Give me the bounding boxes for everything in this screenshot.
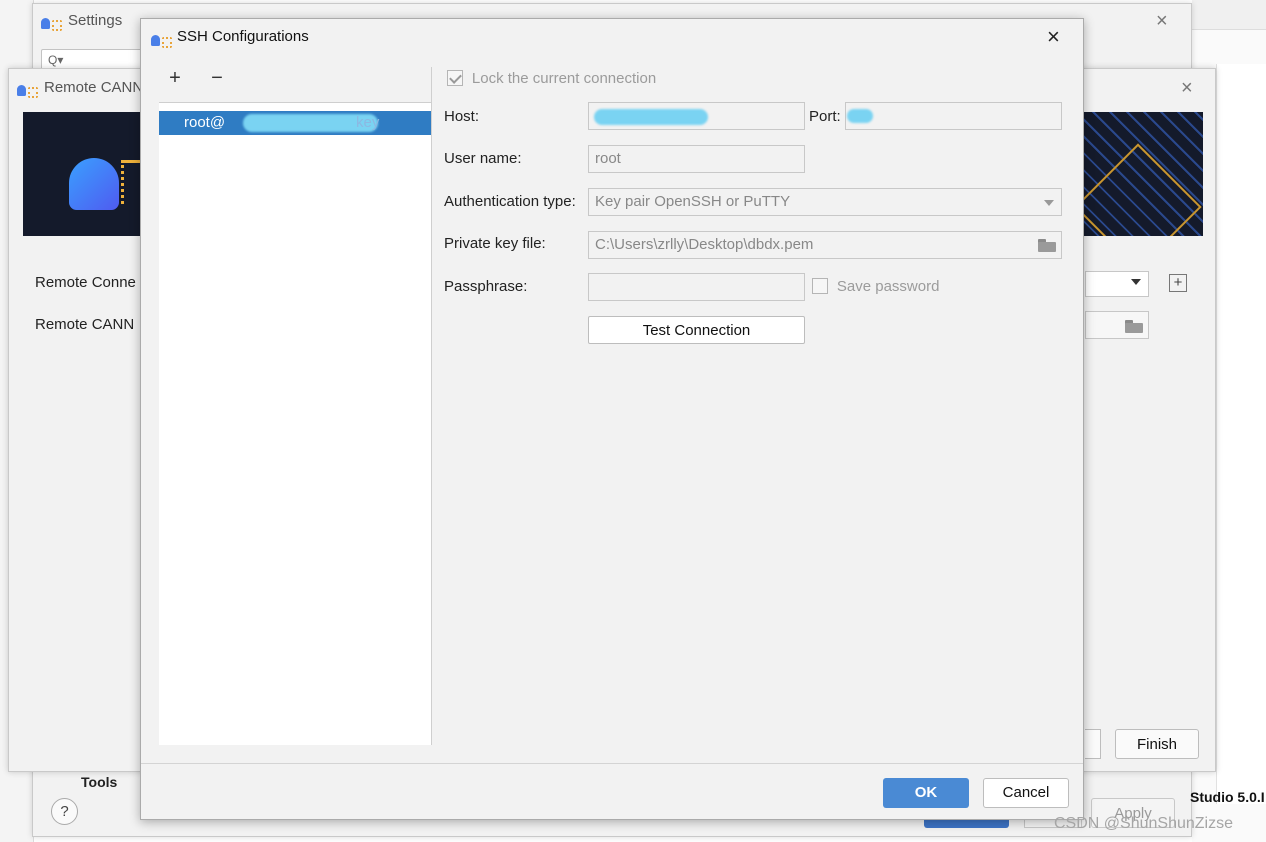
chevron-down-icon bbox=[1044, 200, 1054, 206]
product-version-label: Studio 5.0.I bbox=[1190, 789, 1265, 805]
search-icon: Q▾ bbox=[48, 53, 64, 67]
passphrase-field[interactable] bbox=[588, 273, 805, 301]
remote-cann-title: Remote CANN bbox=[44, 79, 144, 96]
remote-cann-path-field[interactable] bbox=[1085, 311, 1149, 339]
port-label: Port: bbox=[809, 108, 841, 125]
watermark: CSDN @ShunShunZizse bbox=[1054, 815, 1233, 832]
lock-connection-row[interactable]: Lock the current connection bbox=[447, 69, 656, 87]
ssh-dialog-title: SSH Configurations bbox=[177, 28, 309, 45]
close-icon[interactable]: × bbox=[1047, 26, 1060, 48]
auth-type-label: Authentication type: bbox=[444, 193, 576, 210]
previous-button[interactable] bbox=[1085, 729, 1101, 759]
help-button[interactable]: ? bbox=[51, 798, 78, 825]
ssh-config-list[interactable] bbox=[159, 103, 431, 745]
redacted-host-value bbox=[594, 109, 708, 125]
cancel-button[interactable]: Cancel bbox=[983, 778, 1069, 808]
auth-type-select[interactable]: Key pair OpenSSH or PuTTY bbox=[588, 188, 1062, 216]
save-password-checkbox[interactable] bbox=[812, 278, 828, 295]
banner-cloud-icon bbox=[69, 158, 119, 210]
add-config-button[interactable]: + bbox=[164, 67, 186, 90]
settings-close-icon[interactable]: × bbox=[1156, 11, 1168, 31]
remote-cann-label: Remote CANN bbox=[35, 316, 135, 333]
lock-label: Lock the current connection bbox=[471, 69, 657, 87]
tools-tree-item[interactable]: Tools bbox=[81, 774, 117, 790]
port-field[interactable] bbox=[845, 102, 1062, 130]
host-label: Host: bbox=[444, 108, 480, 125]
folder-icon[interactable] bbox=[1038, 239, 1056, 252]
private-key-label: Private key file: bbox=[444, 235, 546, 252]
list-item[interactable]: root@ key bbox=[159, 111, 431, 135]
finish-button[interactable]: Finish bbox=[1115, 729, 1199, 759]
test-connection-button[interactable]: Test Connection bbox=[588, 316, 805, 344]
remove-config-button[interactable]: − bbox=[206, 67, 228, 90]
panel-divider bbox=[431, 67, 432, 745]
app-logo-icon bbox=[17, 84, 38, 99]
save-password-row[interactable]: Save password bbox=[812, 277, 939, 295]
ide-editor-area bbox=[1216, 64, 1266, 804]
ok-button[interactable]: OK bbox=[883, 778, 969, 808]
ide-right-header bbox=[1192, 0, 1266, 30]
passphrase-label: Passphrase: bbox=[444, 278, 528, 295]
list-item-prefix: root@ bbox=[184, 114, 226, 131]
app-logo-icon bbox=[151, 34, 172, 49]
ssh-configurations-dialog: SSH Configurations × + − root@ key Lock … bbox=[140, 18, 1084, 820]
save-password-label: Save password bbox=[836, 277, 940, 295]
remote-connection-label: Remote Conne bbox=[35, 274, 136, 291]
folder-icon[interactable] bbox=[1125, 320, 1143, 333]
redacted-port-value bbox=[847, 109, 873, 123]
settings-title: Settings bbox=[68, 12, 123, 29]
add-connection-button[interactable]: + bbox=[1169, 274, 1187, 292]
remote-close-icon[interactable]: × bbox=[1181, 78, 1193, 98]
lock-checkbox[interactable] bbox=[447, 70, 463, 87]
footer-divider bbox=[141, 763, 1083, 764]
user-name-label: User name: bbox=[444, 150, 522, 167]
user-name-field[interactable]: root bbox=[588, 145, 805, 173]
chevron-down-icon bbox=[1131, 279, 1141, 285]
list-item-suffix: key bbox=[356, 114, 380, 131]
private-key-field[interactable]: C:\Users\zrlly\Desktop\dbdx.pem bbox=[588, 231, 1062, 259]
app-logo-icon bbox=[41, 17, 62, 32]
